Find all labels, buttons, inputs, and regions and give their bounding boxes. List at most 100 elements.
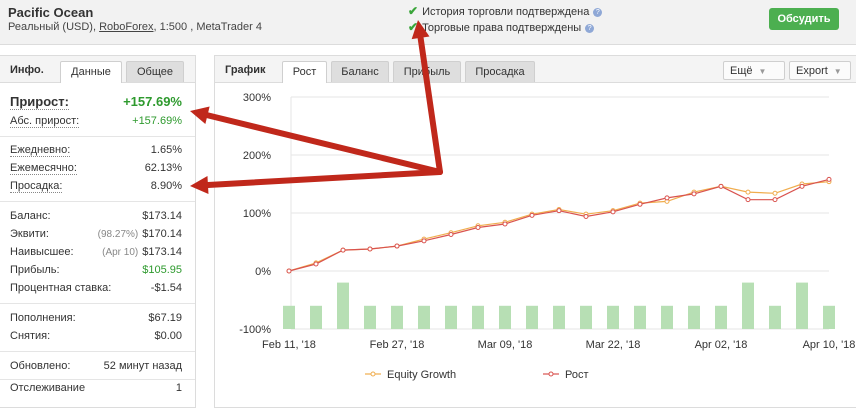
export-label: Export bbox=[796, 65, 828, 77]
tab-data[interactable]: Данные bbox=[60, 61, 122, 83]
tab-drawdown[interactable]: Просадка bbox=[465, 61, 535, 82]
bar bbox=[364, 305, 376, 329]
bar bbox=[391, 305, 403, 329]
check-icon: ✔ bbox=[408, 20, 419, 34]
profit-value: $105.95 bbox=[142, 264, 182, 276]
deposits-value: $67.19 bbox=[148, 312, 182, 324]
more-dropdown[interactable]: Ещё ▼ bbox=[723, 61, 785, 80]
interest-value: -$1.54 bbox=[150, 282, 182, 294]
bar bbox=[499, 305, 511, 329]
data-point bbox=[394, 243, 400, 249]
help-icon[interactable]: ? bbox=[585, 24, 595, 33]
equity-percent: (98.27%) bbox=[97, 229, 139, 240]
bar bbox=[823, 305, 835, 329]
bar bbox=[337, 282, 349, 329]
tab-profit[interactable]: Прибыль bbox=[393, 61, 461, 82]
divider bbox=[0, 201, 195, 202]
tracking-value: 1 bbox=[175, 382, 182, 394]
data-point bbox=[772, 190, 778, 196]
verification-history: ✔ История торговли подтверждена? bbox=[408, 4, 603, 18]
x-tick-label: Apr 10, '18 bbox=[803, 339, 855, 351]
daily-value: 1.65% bbox=[150, 144, 182, 156]
data-point bbox=[637, 201, 643, 207]
bar bbox=[310, 305, 322, 329]
x-tick-label: Feb 11, '18 bbox=[262, 339, 316, 351]
bar bbox=[715, 305, 727, 329]
abs-growth-label: Абс. прирост: bbox=[10, 115, 80, 128]
data-point bbox=[340, 247, 346, 253]
data-point bbox=[691, 191, 697, 197]
chart-panel: График Рост Баланс Прибыль Просадка Ещё ▼… bbox=[214, 55, 856, 408]
y-tick-label: 300% bbox=[243, 92, 271, 104]
data-point bbox=[718, 183, 724, 189]
account-header: Pacific Ocean Реальный (USD), RoboForex,… bbox=[0, 0, 856, 45]
info-panel-header: Инфо. Данные Общее bbox=[0, 56, 195, 83]
data-point bbox=[610, 209, 616, 215]
data-point bbox=[502, 221, 508, 227]
divider bbox=[0, 303, 195, 304]
data-point bbox=[664, 195, 670, 201]
verification-rights-text: Торговые права подтверждены bbox=[422, 22, 582, 34]
divider bbox=[0, 136, 195, 137]
check-icon: ✔ bbox=[408, 4, 419, 18]
updated-value: 52 минут назад bbox=[103, 360, 182, 372]
growth-chart: 300% 200% 100% 0% -100% Feb 11, '18 Feb 27, '… bbox=[239, 92, 855, 381]
legend[interactable]: Equity Growth Рост bbox=[365, 369, 589, 381]
help-icon[interactable]: ? bbox=[593, 8, 603, 17]
x-tick-label: Feb 27, '18 bbox=[370, 339, 425, 351]
y-tick-label: 100% bbox=[243, 208, 271, 220]
tab-balance[interactable]: Баланс bbox=[331, 61, 389, 82]
chevron-down-icon: ▼ bbox=[833, 67, 842, 76]
data-point bbox=[448, 231, 454, 237]
tab-growth[interactable]: Рост bbox=[282, 61, 327, 83]
divider bbox=[0, 379, 195, 380]
account-type: Реальный (USD), bbox=[8, 21, 97, 33]
tab-general[interactable]: Общее bbox=[126, 61, 184, 82]
verification-history-text: История торговли подтверждена bbox=[422, 6, 590, 18]
account-info: Реальный (USD), RoboForex, 1:500 , MetaT… bbox=[8, 21, 262, 33]
series-line bbox=[288, 181, 830, 272]
y-axis-ticks: 300% 200% 100% 0% -100% bbox=[239, 92, 271, 336]
bar bbox=[769, 305, 781, 329]
data-point bbox=[745, 189, 751, 195]
bar bbox=[283, 305, 295, 329]
withdrawals-label: Снятия: bbox=[10, 330, 51, 342]
discuss-button[interactable]: Обсудить bbox=[769, 8, 839, 30]
data-point bbox=[313, 261, 319, 267]
daily-label: Ежедневно: bbox=[10, 144, 71, 157]
drawdown-value: 8.90% bbox=[150, 180, 182, 192]
drawdown-label: Просадка: bbox=[10, 180, 63, 193]
y-tick-label: 0% bbox=[255, 266, 271, 278]
export-dropdown[interactable]: Export ▼ bbox=[789, 61, 851, 80]
bar bbox=[526, 305, 538, 329]
bar bbox=[472, 305, 484, 329]
bar bbox=[634, 305, 646, 329]
chevron-down-icon: ▼ bbox=[758, 67, 767, 76]
bar bbox=[553, 305, 565, 329]
data-point bbox=[286, 268, 292, 274]
data-point bbox=[745, 197, 751, 203]
account-leverage: , 1:500 , MetaTrader 4 bbox=[153, 21, 262, 33]
interest-label: Процентная ставка: bbox=[10, 282, 112, 294]
bar bbox=[418, 305, 430, 329]
data-point bbox=[529, 212, 535, 218]
withdrawals-value: $0.00 bbox=[154, 330, 182, 342]
data-point bbox=[772, 197, 778, 203]
monthly-value: 62.13% bbox=[144, 162, 182, 174]
more-label: Ещё bbox=[730, 65, 753, 77]
x-tick-label: Mar 09, '18 bbox=[478, 339, 533, 351]
highest-value: $173.14 bbox=[142, 246, 182, 258]
legend-label: Equity Growth bbox=[387, 369, 456, 381]
x-tick-label: Mar 22, '18 bbox=[586, 339, 641, 351]
bar bbox=[796, 282, 808, 329]
verification-rights: ✔ Торговые права подтверждены? bbox=[408, 20, 595, 34]
broker-link[interactable]: RoboForex bbox=[99, 21, 153, 33]
data-point bbox=[367, 246, 373, 252]
chart-panel-header: График Рост Баланс Прибыль Просадка Ещё ▼… bbox=[215, 56, 856, 83]
bar bbox=[688, 305, 700, 329]
abs-growth-value: +157.69% bbox=[132, 115, 182, 127]
y-tick-label: 200% bbox=[243, 150, 271, 162]
monthly-label: Ежемесячно: bbox=[10, 162, 77, 175]
highest-date: (Apr 10) bbox=[102, 247, 139, 258]
growth-label: Прирост: bbox=[10, 94, 69, 110]
